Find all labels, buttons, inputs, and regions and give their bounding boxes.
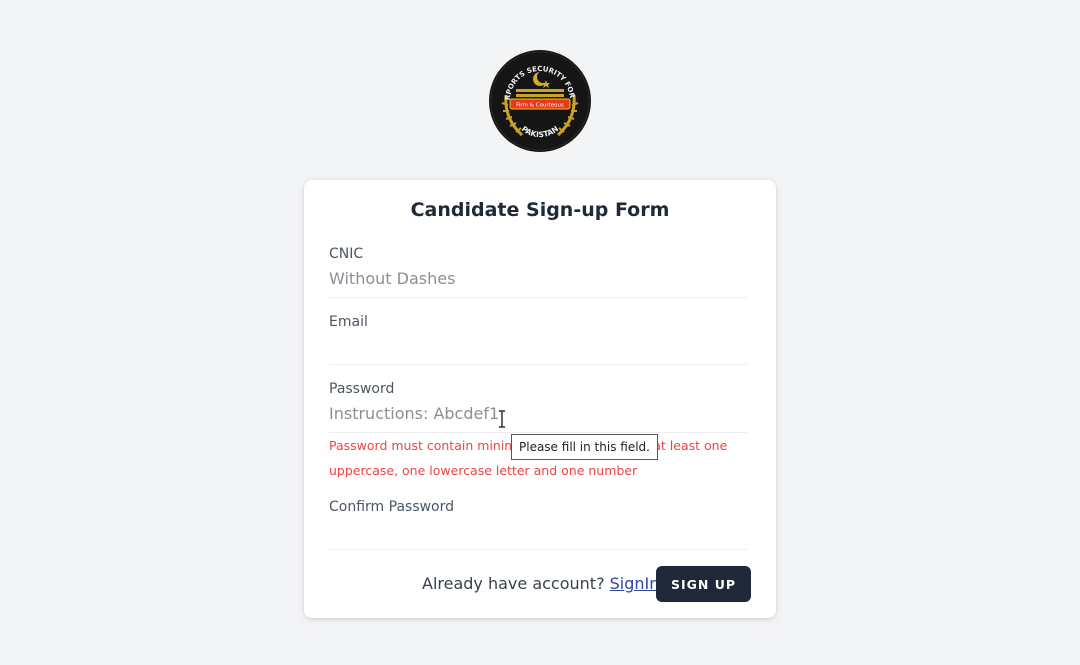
signin-prompt: Already have account? SignIn xyxy=(422,574,659,593)
signup-page: AIRPORTS SECURITY FORCE Firm & Courteous… xyxy=(0,0,1080,665)
form-title: Candidate Sign-up Form xyxy=(410,199,670,221)
cnic-input[interactable] xyxy=(329,266,747,298)
password-label: Password xyxy=(329,381,395,397)
asf-logo: AIRPORTS SECURITY FORCE Firm & Courteous… xyxy=(488,49,592,153)
signin-link[interactable]: SignIn xyxy=(610,574,660,593)
cnic-label: CNIC xyxy=(329,246,364,262)
validation-tooltip: Please fill in this field. xyxy=(511,434,658,460)
text-cursor-icon xyxy=(499,410,505,428)
password-error-line-2: uppercase, one lowercase letter and one … xyxy=(329,463,638,478)
signup-card: Candidate Sign-up Form CNIC Email Passwo… xyxy=(304,180,776,618)
password-input[interactable] xyxy=(329,401,747,433)
email-label: Email xyxy=(329,314,368,330)
signin-prompt-text: Already have account? xyxy=(422,574,610,593)
email-input[interactable] xyxy=(329,333,747,365)
signup-button[interactable]: SIGN UP xyxy=(656,566,751,602)
confirm-password-label: Confirm Password xyxy=(329,499,455,515)
asf-emblem-icon: AIRPORTS SECURITY FORCE Firm & Courteous… xyxy=(488,49,591,152)
svg-text:Firm & Courteous: Firm & Courteous xyxy=(516,103,564,109)
confirm-password-input[interactable] xyxy=(329,518,747,550)
